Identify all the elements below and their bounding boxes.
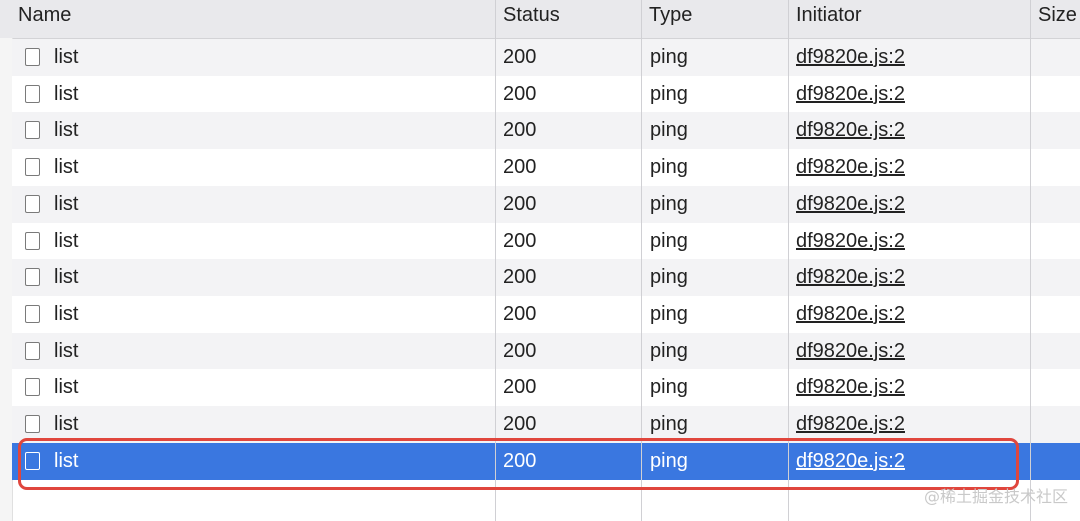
table-header: Name Status Type Initiator Size [0, 0, 1080, 39]
column-header-status[interactable]: Status [495, 0, 641, 38]
cell-type: ping [650, 46, 688, 68]
initiator-link[interactable]: df9820e.js:2 [796, 259, 905, 296]
table-row[interactable]: list 200 ping df9820e.js:2 [12, 185, 1080, 223]
initiator-link[interactable]: df9820e.js:2 [796, 369, 905, 406]
document-icon [25, 84, 40, 103]
cell-status: 200 [503, 119, 537, 142]
document-icon [25, 158, 40, 177]
initiator-link[interactable]: df9820e.js:2 [796, 149, 905, 186]
table-row[interactable]: list 200 ping df9820e.js:2 [12, 75, 1080, 113]
initiator-link[interactable]: df9820e.js:2 [796, 333, 905, 370]
cell-type: ping [650, 302, 688, 325]
initiator-link[interactable]: df9820e.js:2 [796, 76, 905, 113]
document-icon [25, 378, 40, 397]
cell-type: ping [650, 82, 688, 105]
cell-name: list [54, 192, 79, 215]
table-row[interactable]: list 200 ping df9820e.js:2 [12, 369, 1080, 407]
column-header-type[interactable]: Type [641, 0, 788, 38]
cell-name: list [54, 266, 79, 289]
initiator-link[interactable]: df9820e.js:2 [796, 296, 905, 333]
table-row[interactable]: list 200 ping df9820e.js:2 [12, 259, 1080, 297]
cell-status: 200 [503, 82, 537, 105]
initiator-link[interactable]: df9820e.js:2 [796, 39, 905, 76]
cell-type: ping [650, 229, 688, 252]
cell-status: 200 [503, 192, 537, 215]
column-header-name[interactable]: Name [10, 0, 495, 38]
column-header-size[interactable]: Size [1030, 0, 1080, 38]
table-row[interactable]: list 200 ping df9820e.js:2 [12, 295, 1080, 333]
cell-status: 200 [503, 302, 537, 325]
cell-type: ping [650, 339, 688, 362]
cell-status: 200 [503, 156, 537, 179]
table-row[interactable]: list 200 ping df9820e.js:2 [12, 332, 1080, 370]
document-icon [25, 341, 40, 360]
table-row[interactable]: list 200 ping df9820e.js:2 [12, 222, 1080, 260]
cell-type: ping [650, 119, 688, 142]
cell-name: list [54, 302, 79, 325]
cell-name: list [54, 82, 79, 105]
document-icon [25, 48, 40, 66]
cell-name: list [54, 119, 79, 142]
cell-status: 200 [503, 376, 537, 399]
cell-type: ping [650, 192, 688, 215]
initiator-link[interactable]: df9820e.js:2 [796, 223, 905, 260]
document-icon [25, 231, 40, 250]
document-icon [25, 415, 40, 433]
cell-name: list [54, 46, 79, 68]
cell-type: ping [650, 156, 688, 179]
table-row[interactable]: list 200 ping df9820e.js:2 [12, 149, 1080, 187]
cell-name: list [54, 229, 79, 252]
cell-status: 200 [503, 266, 537, 289]
cell-name: list [54, 156, 79, 179]
watermark: @稀土掘金技术社区 [923, 487, 1068, 506]
document-icon [25, 268, 40, 287]
document-icon [25, 194, 40, 213]
highlight-annotation-box [18, 438, 1019, 490]
cell-name: list [54, 339, 79, 362]
initiator-link[interactable]: df9820e.js:2 [796, 112, 905, 149]
document-icon [25, 121, 40, 140]
cell-status: 200 [503, 229, 537, 252]
table-row[interactable]: list 200 ping df9820e.js:2 [12, 112, 1080, 150]
column-divider[interactable] [1030, 0, 1031, 521]
cell-name: list [54, 376, 79, 399]
initiator-link[interactable]: df9820e.js:2 [796, 186, 905, 223]
cell-status: 200 [503, 46, 537, 68]
document-icon [25, 304, 40, 323]
table-row[interactable]: list 200 ping df9820e.js:2 [12, 39, 1080, 76]
column-header-initiator[interactable]: Initiator [788, 0, 1030, 38]
cell-status: 200 [503, 339, 537, 362]
cell-type: ping [650, 266, 688, 289]
cell-type: ping [650, 376, 688, 399]
